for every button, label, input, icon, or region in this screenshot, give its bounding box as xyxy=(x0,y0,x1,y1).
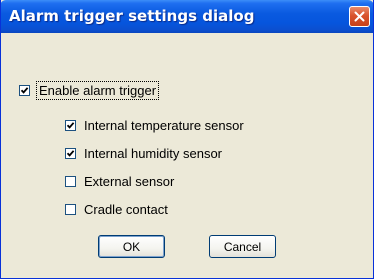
internal-temperature-sensor-label: Internal temperature sensor xyxy=(84,118,244,133)
internal-temperature-sensor-option[interactable]: Internal temperature sensor xyxy=(65,118,244,133)
cradle-contact-label: Cradle contact xyxy=(84,202,168,217)
enable-alarm-trigger-label: Enable alarm trigger xyxy=(35,81,160,100)
external-sensor-label: External sensor xyxy=(84,174,175,189)
internal-temperature-sensor-checkbox[interactable] xyxy=(65,120,76,131)
close-button[interactable] xyxy=(349,6,370,27)
title-bar[interactable]: Alarm trigger settings dialog xyxy=(1,0,373,33)
external-sensor-checkbox[interactable] xyxy=(65,176,76,187)
alarm-trigger-dialog: Alarm trigger settings dialog Enable ala… xyxy=(0,0,374,279)
enable-alarm-trigger-checkbox[interactable] xyxy=(19,85,30,96)
dialog-title: Alarm trigger settings dialog xyxy=(9,7,255,25)
cancel-button[interactable]: Cancel xyxy=(209,235,276,258)
checkmark-icon xyxy=(20,87,29,94)
close-icon xyxy=(354,11,365,22)
checkmark-icon xyxy=(66,122,75,129)
internal-humidity-sensor-label: Internal humidity sensor xyxy=(84,146,223,161)
dialog-body: Enable alarm trigger Internal temperatur… xyxy=(1,33,373,278)
external-sensor-option[interactable]: External sensor xyxy=(65,174,174,189)
internal-humidity-sensor-option[interactable]: Internal humidity sensor xyxy=(65,146,222,161)
ok-button[interactable]: OK xyxy=(98,235,165,258)
cradle-contact-checkbox[interactable] xyxy=(65,204,76,215)
checkmark-icon xyxy=(66,150,75,157)
enable-alarm-trigger-option[interactable]: Enable alarm trigger xyxy=(19,81,160,100)
cradle-contact-option[interactable]: Cradle contact xyxy=(65,202,168,217)
internal-humidity-sensor-checkbox[interactable] xyxy=(65,148,76,159)
